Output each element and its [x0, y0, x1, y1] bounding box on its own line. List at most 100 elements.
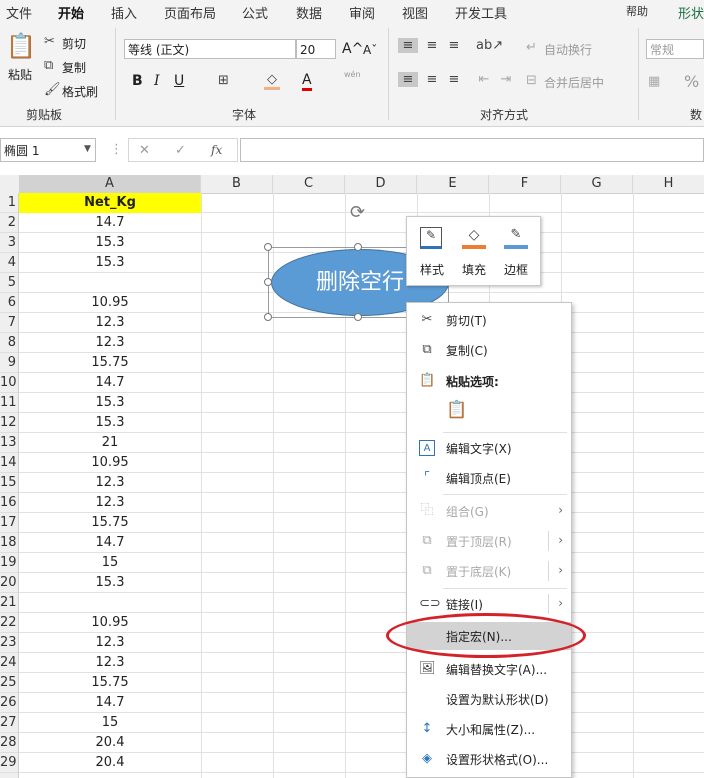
- row-header[interactable]: 20: [0, 573, 18, 593]
- data-cell[interactable]: 12.3: [19, 493, 201, 513]
- data-cell[interactable]: 10.95: [19, 613, 201, 633]
- row-header[interactable]: 8: [0, 333, 18, 353]
- percent-button[interactable]: %: [684, 72, 699, 91]
- tab-page-layout[interactable]: 页面布局: [164, 3, 216, 22]
- fill-color-icon[interactable]: ◇: [264, 72, 280, 90]
- tab-help[interactable]: 帮助: [626, 3, 648, 19]
- resize-handle[interactable]: [354, 313, 362, 321]
- row-header[interactable]: 13: [0, 433, 18, 453]
- paste-icon[interactable]: 📋: [6, 32, 36, 62]
- tab-file[interactable]: 文件: [6, 3, 32, 22]
- row-header[interactable]: 28: [0, 733, 18, 753]
- menu-item-send-to-back[interactable]: ⧉ 置于底层(K) ›: [407, 557, 571, 585]
- row-header[interactable]: 5: [0, 273, 18, 293]
- column-header-h[interactable]: H: [633, 175, 704, 193]
- column-header-b[interactable]: B: [201, 175, 273, 193]
- data-cell[interactable]: 14.7: [19, 533, 201, 553]
- data-cell[interactable]: 15: [19, 713, 201, 733]
- data-cell[interactable]: 12.3: [19, 633, 201, 653]
- align-top-icon[interactable]: ≡: [398, 38, 418, 53]
- data-cell[interactable]: 14.7: [19, 213, 201, 233]
- data-cell[interactable]: 10.95: [19, 453, 201, 473]
- align-left-icon[interactable]: ≡: [398, 72, 418, 87]
- header-cell[interactable]: Net_Kg: [19, 193, 201, 213]
- rotate-handle-icon[interactable]: ⟳: [350, 202, 365, 223]
- orientation-icon[interactable]: ab↗: [476, 38, 503, 53]
- data-cell[interactable]: 15.3: [19, 233, 201, 253]
- data-cell[interactable]: [19, 273, 201, 293]
- column-header-d[interactable]: D: [345, 175, 417, 193]
- menu-item-edit-text[interactable]: A 编辑文字(X): [407, 434, 571, 462]
- tab-insert[interactable]: 插入: [111, 3, 137, 22]
- increase-indent-icon[interactable]: ⇥: [496, 72, 516, 87]
- row-header[interactable]: 14: [0, 453, 18, 473]
- font-size-select[interactable]: 20: [296, 39, 336, 59]
- row-header[interactable]: 2: [0, 213, 18, 233]
- data-cell[interactable]: 15.75: [19, 513, 201, 533]
- row-header[interactable]: 26: [0, 693, 18, 713]
- menu-item-size-properties[interactable]: ↕ 大小和属性(Z)...: [407, 715, 571, 743]
- menu-item-copy[interactable]: ⧉ 复制(C): [407, 336, 571, 364]
- row-header[interactable]: 6: [0, 293, 18, 313]
- data-cell[interactable]: 21: [19, 433, 201, 453]
- menu-item-edit-points[interactable]: ⌜ 编辑顶点(E): [407, 464, 571, 492]
- row-header[interactable]: 10: [0, 373, 18, 393]
- row-header[interactable]: 27: [0, 713, 18, 733]
- cancel-button[interactable]: ✕: [139, 143, 150, 158]
- data-cell[interactable]: 10.95: [19, 293, 201, 313]
- data-cell[interactable]: 14.7: [19, 373, 201, 393]
- data-cell[interactable]: 15: [19, 553, 201, 573]
- menu-item-edit-alt-text[interactable]: 🖼 编辑替换文字(A)...: [407, 655, 571, 683]
- tab-developer[interactable]: 开发工具: [455, 3, 507, 22]
- row-header[interactable]: 1: [0, 193, 18, 213]
- data-cell[interactable]: 12.3: [19, 313, 201, 333]
- font-color-button[interactable]: A: [302, 72, 312, 91]
- row-header[interactable]: 9: [0, 353, 18, 373]
- formula-input[interactable]: [240, 138, 704, 162]
- resize-handle[interactable]: [264, 278, 272, 286]
- column-header-g[interactable]: G: [561, 175, 633, 193]
- menu-item-cut[interactable]: ✂ 剪切(T): [407, 306, 571, 334]
- row-header[interactable]: 15: [0, 473, 18, 493]
- data-cell[interactable]: 15.3: [19, 413, 201, 433]
- tab-review[interactable]: 审阅: [349, 3, 375, 22]
- shrink-font-icon[interactable]: Aˇ: [363, 43, 377, 57]
- menu-item-format-shape[interactable]: ◈ 设置形状格式(O)...: [407, 745, 571, 773]
- data-cell[interactable]: [19, 593, 201, 613]
- tab-view[interactable]: 视图: [402, 3, 428, 22]
- data-cell[interactable]: 12.3: [19, 653, 201, 673]
- row-header[interactable]: 16: [0, 493, 18, 513]
- menu-item-group[interactable]: ⿻ 组合(G) ›: [407, 497, 571, 525]
- menu-item-bring-to-front[interactable]: ⧉ 置于顶层(R) ›: [407, 527, 571, 555]
- column-header-a[interactable]: A: [19, 175, 201, 193]
- italic-button[interactable]: I: [154, 73, 160, 89]
- row-header[interactable]: 21: [0, 593, 18, 613]
- row-header[interactable]: 11: [0, 393, 18, 413]
- copy-button[interactable]: 复制: [62, 59, 86, 76]
- align-bottom-icon[interactable]: ≡: [444, 38, 464, 53]
- fill-button[interactable]: ◇ 填充: [454, 223, 494, 279]
- number-format-select[interactable]: 常规: [646, 39, 704, 59]
- row-header[interactable]: 19: [0, 553, 18, 573]
- tab-shape-format[interactable]: 形状: [678, 3, 704, 22]
- row-header[interactable]: 24: [0, 653, 18, 673]
- data-cell[interactable]: 12.3: [19, 333, 201, 353]
- data-cell[interactable]: 12.3: [19, 473, 201, 493]
- row-header[interactable]: 18: [0, 533, 18, 553]
- font-name-select[interactable]: 等线 (正文): [124, 39, 296, 59]
- row-header[interactable]: 25: [0, 673, 18, 693]
- align-center-icon[interactable]: ≡: [422, 72, 442, 87]
- row-header[interactable]: 29: [0, 753, 18, 773]
- bold-button[interactable]: B: [132, 73, 143, 89]
- tab-home[interactable]: 开始: [58, 3, 85, 25]
- merge-center-button[interactable]: 合并后居中: [544, 74, 604, 91]
- column-header-f[interactable]: F: [489, 175, 561, 193]
- resize-handle[interactable]: [264, 313, 272, 321]
- grow-font-icon[interactable]: A^: [342, 41, 363, 57]
- data-cell[interactable]: 15.3: [19, 573, 201, 593]
- row-header[interactable]: 4: [0, 253, 18, 273]
- wrap-text-button[interactable]: 自动换行: [544, 41, 592, 58]
- row-header[interactable]: 3: [0, 233, 18, 253]
- tab-formulas[interactable]: 公式: [242, 3, 268, 22]
- paste-option-icon[interactable]: 📋: [445, 399, 469, 425]
